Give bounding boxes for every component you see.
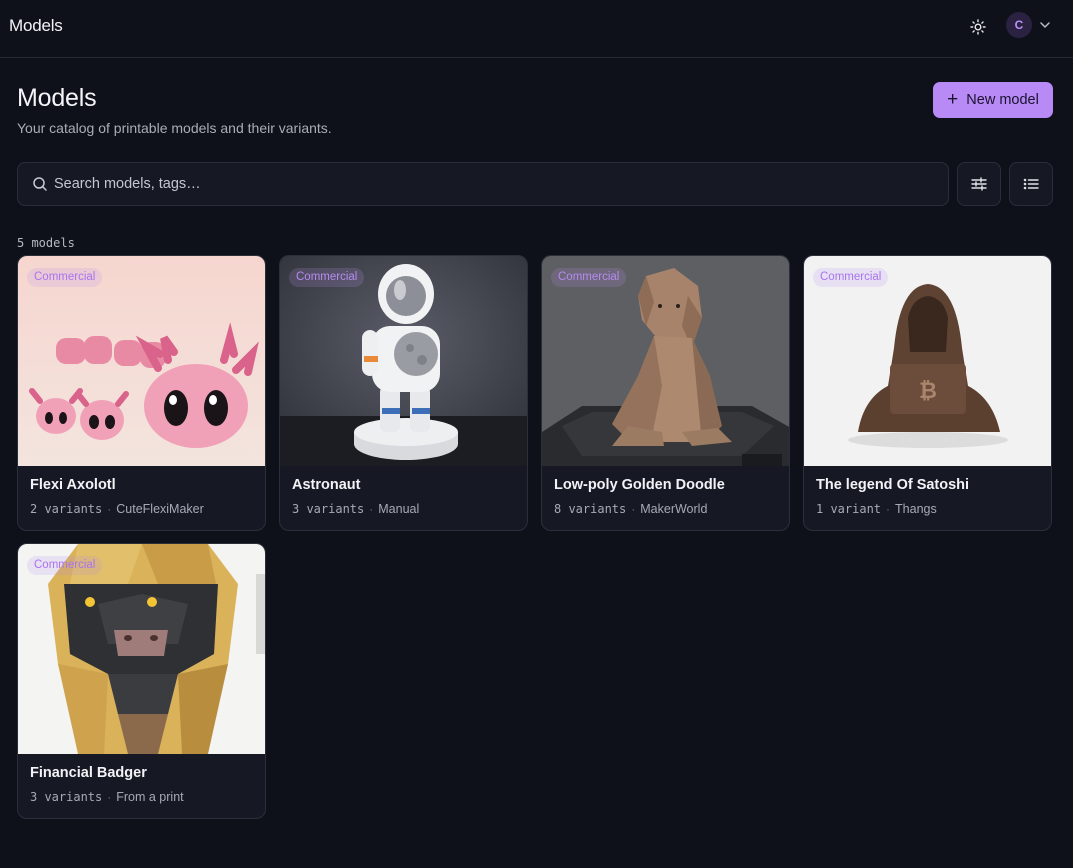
license-badge: Commercial: [289, 268, 365, 287]
search-icon: [33, 177, 47, 191]
model-meta: 3 variants · Manual: [292, 502, 420, 516]
model-meta: 8 variants · MakerWorld: [554, 502, 708, 516]
plus-icon: +: [947, 88, 959, 110]
theme-toggle-button[interactable]: [962, 13, 994, 41]
page-subtitle: Your catalog of printable models and the…: [17, 120, 332, 136]
sliders-icon: [971, 177, 987, 191]
model-name: Financial Badger: [30, 765, 147, 781]
model-source: Thangs: [895, 502, 937, 516]
new-model-button[interactable]: + New model: [933, 82, 1053, 118]
model-thumbnail: [18, 256, 265, 466]
model-card-flexi-axolotl[interactable]: Commercial Flexi Axolotl 2 variants · Cute…: [17, 255, 266, 531]
model-card-low-poly-golden-doodle[interactable]: Commercial Low-poly Golden Doodle 8 vari…: [541, 255, 790, 531]
variant-count: 2 variants: [30, 502, 103, 516]
page-title: Models: [17, 84, 97, 112]
license-badge: Commercial: [551, 268, 627, 287]
model-name: Low-poly Golden Doodle: [554, 477, 725, 493]
sun-icon: [970, 19, 986, 35]
model-card-financial-badger[interactable]: Commercial Financial Badger 3 variants · F…: [17, 543, 266, 819]
search-box: [17, 162, 949, 206]
model-source: MakerWorld: [640, 502, 708, 516]
user-avatar[interactable]: C: [1006, 12, 1032, 38]
variant-count: 8 variants: [554, 502, 627, 516]
app-title: Models: [9, 16, 63, 35]
model-thumbnail: [280, 256, 527, 466]
model-source: Manual: [378, 502, 420, 516]
list-icon: [1023, 178, 1039, 190]
model-card-the-legend-of-satoshi[interactable]: ₿ Commercial The legend Of Satoshi 1 var…: [803, 255, 1052, 531]
model-meta: 3 variants · From a print: [30, 790, 184, 804]
model-thumbnail: ₿: [804, 256, 1051, 466]
variant-count: 1 variant: [816, 502, 882, 516]
variant-count: 3 variants: [292, 502, 365, 516]
model-meta: 2 variants · CuteFlexiMaker: [30, 502, 204, 516]
model-name: The legend Of Satoshi: [816, 477, 970, 493]
model-thumbnail: [542, 256, 789, 466]
svg-text:₿: ₿: [919, 379, 937, 404]
new-model-label: New model: [966, 92, 1039, 108]
model-card-astronaut[interactable]: Commercial Astronaut 3 variants · Manual: [279, 255, 528, 531]
list-view-button[interactable]: [1009, 162, 1053, 206]
model-name: Astronaut: [292, 477, 361, 493]
search-input[interactable]: [54, 164, 948, 204]
model-thumbnail: [18, 544, 265, 754]
model-count: 5 models: [17, 236, 75, 250]
license-badge: Commercial: [27, 268, 103, 287]
model-name: Flexi Axolotl: [30, 477, 116, 493]
model-source: From a print: [116, 790, 184, 804]
model-meta: 1 variant · Thangs: [816, 502, 937, 516]
variant-count: 3 variants: [30, 790, 103, 804]
chevron-down-icon[interactable]: [1038, 18, 1052, 32]
filter-button[interactable]: [957, 162, 1001, 206]
model-source: CuteFlexiMaker: [116, 502, 204, 516]
license-badge: Commercial: [813, 268, 889, 287]
license-badge: Commercial: [27, 556, 103, 575]
top-bar: Models C: [0, 0, 1073, 58]
